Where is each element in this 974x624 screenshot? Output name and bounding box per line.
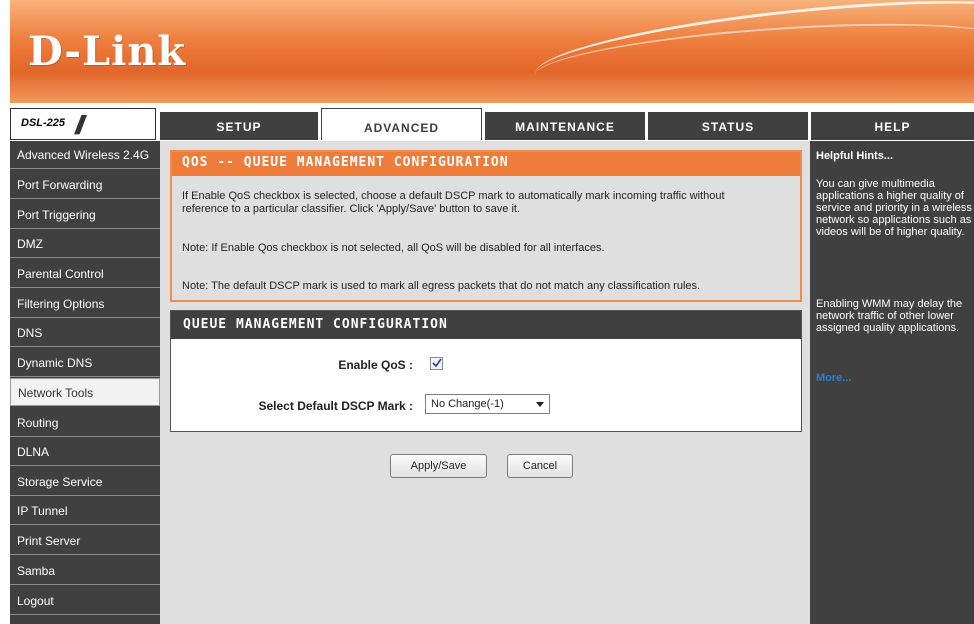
apply-save-button[interactable]: Apply/Save <box>390 454 487 478</box>
queue-config-panel: QUEUE MANAGEMENT CONFIGURATION Enable Qo… <box>170 310 802 432</box>
slash-decoration: /// <box>75 110 84 140</box>
sidebar-item-port-forwarding[interactable]: Port Forwarding <box>10 171 160 199</box>
sidebar-item-print-server[interactable]: Print Server <box>10 527 160 555</box>
sidebar-item-samba[interactable]: Samba <box>10 557 160 585</box>
intro-note-disable: Note: If Enable Qos checkbox is not sele… <box>182 242 605 254</box>
help-hint-wmm: Enabling WMM may delay the network traff… <box>816 298 963 334</box>
sidebar-item-dynamic-dns[interactable]: Dynamic DNS <box>10 349 160 377</box>
intro-title: QOS -- QUEUE MANAGEMENT CONFIGURATION <box>182 155 509 170</box>
enable-qos-label: Enable QoS : <box>338 358 413 372</box>
intro-description-line1: If Enable QoS checkbox is selected, choo… <box>182 190 725 202</box>
sidebar-item-port-triggering[interactable]: Port Triggering <box>10 201 160 229</box>
tab-help[interactable]: HELP <box>811 112 974 140</box>
intro-description-line2: reference to a particular classifier. Cl… <box>182 203 521 215</box>
sidebar-nav: Advanced Wireless 2.4G Port Forwarding P… <box>10 141 160 624</box>
sidebar-item-dmz[interactable]: DMZ <box>10 230 160 258</box>
cancel-button[interactable]: Cancel <box>507 454 573 478</box>
tab-advanced[interactable]: ADVANCED <box>321 108 482 140</box>
sidebar-item-filtering-options[interactable]: Filtering Options <box>10 290 160 318</box>
dscp-mark-select[interactable]: No Change(-1) <box>425 394 550 414</box>
dlink-logo: D-Link <box>28 28 187 75</box>
model-label: DSL-225 <box>21 117 66 129</box>
tab-maintenance[interactable]: MAINTENANCE <box>485 112 645 140</box>
main-content: QOS -- QUEUE MANAGEMENT CONFIGURATION If… <box>160 141 810 624</box>
sidebar-item-dlna[interactable]: DLNA <box>10 438 160 466</box>
queue-config-title: QUEUE MANAGEMENT CONFIGURATION <box>183 317 448 332</box>
sidebar-item-parental-control[interactable]: Parental Control <box>10 260 160 288</box>
intro-panel: QOS -- QUEUE MANAGEMENT CONFIGURATION If… <box>170 150 802 302</box>
header-banner: D-Link <box>10 0 974 103</box>
queue-config-header: QUEUE MANAGEMENT CONFIGURATION <box>171 311 801 339</box>
help-panel: Helpful Hints... You can give multimedia… <box>810 141 974 624</box>
sidebar-item-routing[interactable]: Routing <box>10 409 160 437</box>
checkmark-icon <box>432 358 442 368</box>
help-title: Helpful Hints... <box>816 150 893 162</box>
tab-status[interactable]: STATUS <box>648 112 808 140</box>
sidebar-item-advanced-wireless[interactable]: Advanced Wireless 2.4G <box>10 141 160 169</box>
top-tab-bar: DSL-225 /// SETUP ADVANCED MAINTENANCE S… <box>10 108 974 140</box>
sidebar-item-dns[interactable]: DNS <box>10 319 160 347</box>
dscp-mark-label: Select Default DSCP Mark : <box>258 399 414 413</box>
intro-panel-header: QOS -- QUEUE MANAGEMENT CONFIGURATION <box>172 152 800 176</box>
help-hint-qos: You can give multimedia applications a h… <box>816 178 972 238</box>
dscp-mark-value: No Change(-1) <box>431 398 504 410</box>
help-more-link[interactable]: More... <box>816 372 851 384</box>
intro-note-default-mark: Note: The default DSCP mark is used to m… <box>182 280 701 292</box>
sidebar-item-network-tools[interactable]: Network Tools <box>10 378 160 406</box>
tab-setup[interactable]: SETUP <box>160 112 318 140</box>
sidebar-item-logout[interactable]: Logout <box>10 587 160 615</box>
sidebar-item-storage-service[interactable]: Storage Service <box>10 468 160 496</box>
sidebar-item-ip-tunnel[interactable]: IP Tunnel <box>10 497 160 525</box>
intro-description: If Enable QoS checkbox is selected, choo… <box>182 190 788 216</box>
dropdown-arrow-icon <box>536 402 544 407</box>
enable-qos-checkbox[interactable] <box>430 357 443 370</box>
model-badge: DSL-225 /// <box>10 108 156 140</box>
